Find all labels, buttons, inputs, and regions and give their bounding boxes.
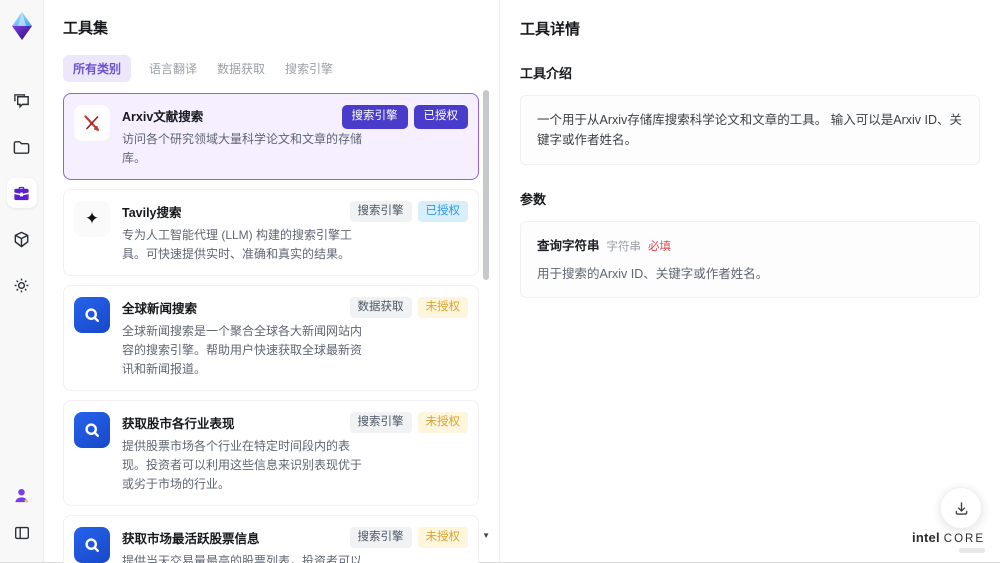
user-avatar-icon xyxy=(15,488,28,502)
tool-card-stock-sectors[interactable]: 获取股市各行业表现 提供股票市场各个行业在特定时间段内的表现。投资者可以利用这些… xyxy=(63,399,479,506)
app-logo xyxy=(11,12,32,40)
auth-status-badge: 未授权 xyxy=(417,411,468,434)
tavily-star-icon: ✦ xyxy=(74,200,110,237)
detail-title: 工具详情 xyxy=(520,21,581,38)
category-badge: 搜索引擎 xyxy=(349,526,412,549)
tool-title: 全球新闻搜索 xyxy=(122,301,198,316)
tool-list-panel: 工具集 所有类别 语言翻译 数据获取 搜索引擎 Arxiv文献搜索 访问各个研究… xyxy=(44,0,500,563)
panel-toggle-icon xyxy=(14,526,29,540)
tool-title: Arxiv文献搜索 xyxy=(122,110,204,124)
auth-status-badge: 已授权 xyxy=(413,105,468,129)
package-icon xyxy=(14,231,29,247)
intel-core-logo: intel CORE xyxy=(912,530,985,553)
news-search-icon xyxy=(74,296,110,333)
tool-description: 提供当天交易量最高的股票列表，投资者可以利用这些信息来识别流动性强的股票和潜在的… xyxy=(122,553,363,563)
auth-status-badge: 未授权 xyxy=(417,526,468,549)
tool-card-arxiv[interactable]: Arxiv文献搜索 访问各个研究领域大量科学论文和文章的存储库。 搜索引擎 已授… xyxy=(63,93,479,180)
tab-search-engine[interactable]: 搜索引擎 xyxy=(283,55,335,82)
tool-card-tavily[interactable]: ✦ Tavily搜索 专为人工智能代理 (LLM) 构建的搜索引擎工具。可快速提… xyxy=(63,188,479,276)
tool-card-global-news[interactable]: 全球新闻搜索 全球新闻搜索是一个聚合全球各大新闻网站内容的搜索引擎。帮助用户快速… xyxy=(63,284,479,391)
tab-data-fetch[interactable]: 数据获取 xyxy=(215,55,267,82)
category-badge: 搜索引擎 xyxy=(349,200,412,223)
tool-card-active-stocks[interactable]: 获取市场最活跃股票信息 提供当天交易量最高的股票列表，投资者可以利用这些信息来识… xyxy=(63,514,479,563)
param-type: 字符串 xyxy=(606,241,642,253)
tool-title: Tavily搜索 xyxy=(122,205,182,220)
user-profile-button[interactable] xyxy=(7,480,37,510)
news-search-icon xyxy=(74,411,110,448)
chat-icon xyxy=(14,93,29,108)
tool-intro-box: 一个用于从Arxiv存储库搜索科学论文和文章的工具。 输入可以是Arxiv ID… xyxy=(520,95,980,165)
tool-detail-panel: 工具详情 工具介绍 一个用于从Arxiv存储库搜索科学论文和文章的工具。 输入可… xyxy=(500,0,1000,562)
tab-all-categories[interactable]: 所有类别 xyxy=(63,55,132,82)
param-description: 用于搜索的Arxiv ID、关键字或作者姓名。 xyxy=(537,267,769,281)
download-button[interactable] xyxy=(940,487,982,529)
scrollbar-thumb[interactable] xyxy=(483,90,489,280)
sidebar-item-tools[interactable] xyxy=(6,178,37,208)
download-icon xyxy=(955,501,967,515)
category-badge: 数据获取 xyxy=(349,296,412,319)
auth-status-badge: 未授权 xyxy=(417,296,468,319)
parameter-box: 查询字符串 字符串 必填 用于搜索的Arxiv ID、关键字或作者姓名。 xyxy=(520,221,980,298)
collapse-panel-button[interactable] xyxy=(7,518,37,548)
param-name: 查询字符串 xyxy=(537,239,600,253)
news-search-icon xyxy=(74,526,110,563)
gear-icon xyxy=(14,278,29,292)
sidebar-item-settings[interactable] xyxy=(7,270,37,300)
folder-icon xyxy=(13,140,30,154)
tool-list: Arxiv文献搜索 访问各个研究领域大量科学论文和文章的存储库。 搜索引擎 已授… xyxy=(63,93,479,563)
toolbox-icon xyxy=(14,186,29,200)
sidebar-item-chat[interactable] xyxy=(7,86,37,116)
left-sidebar xyxy=(0,0,44,562)
tool-description: 访问各个研究领域大量科学论文和文章的存储库。 xyxy=(122,132,363,165)
intro-heading: 工具介绍 xyxy=(520,66,573,81)
tool-title: 获取市场最活跃股票信息 xyxy=(122,531,260,546)
tool-description: 提供股票市场各个行业在特定时间段内的表现。投资者可以利用这些信息来识别表现优于或… xyxy=(122,438,363,491)
tool-description: 全球新闻搜索是一个聚合全球各大新闻网站内容的搜索引擎。帮助用户快速获取全球最新资… xyxy=(122,323,363,376)
category-badge: 搜索引擎 xyxy=(341,105,408,129)
sidebar-item-packages[interactable] xyxy=(7,224,37,254)
intel-sub-mark xyxy=(959,548,985,553)
params-heading: 参数 xyxy=(520,192,547,207)
auth-status-badge: 已授权 xyxy=(417,200,468,223)
arxiv-icon xyxy=(74,105,110,141)
tab-language-translation[interactable]: 语言翻译 xyxy=(147,55,199,82)
param-required-flag: 必填 xyxy=(648,241,672,253)
intel-wordmark: intel xyxy=(912,530,940,545)
page-title: 工具集 xyxy=(63,20,109,37)
category-tabs: 所有类别 语言翻译 数据获取 搜索引擎 xyxy=(63,55,499,82)
tool-title: 获取股市各行业表现 xyxy=(122,416,235,431)
tool-description: 专为人工智能代理 (LLM) 构建的搜索引擎工具。可快速提供实时、准确和真实的结… xyxy=(122,227,353,261)
scroll-down-caret[interactable]: ▼ xyxy=(482,531,490,540)
category-badge: 搜索引擎 xyxy=(349,411,412,434)
sidebar-item-files[interactable] xyxy=(7,132,37,162)
core-wordmark: CORE xyxy=(943,533,985,545)
